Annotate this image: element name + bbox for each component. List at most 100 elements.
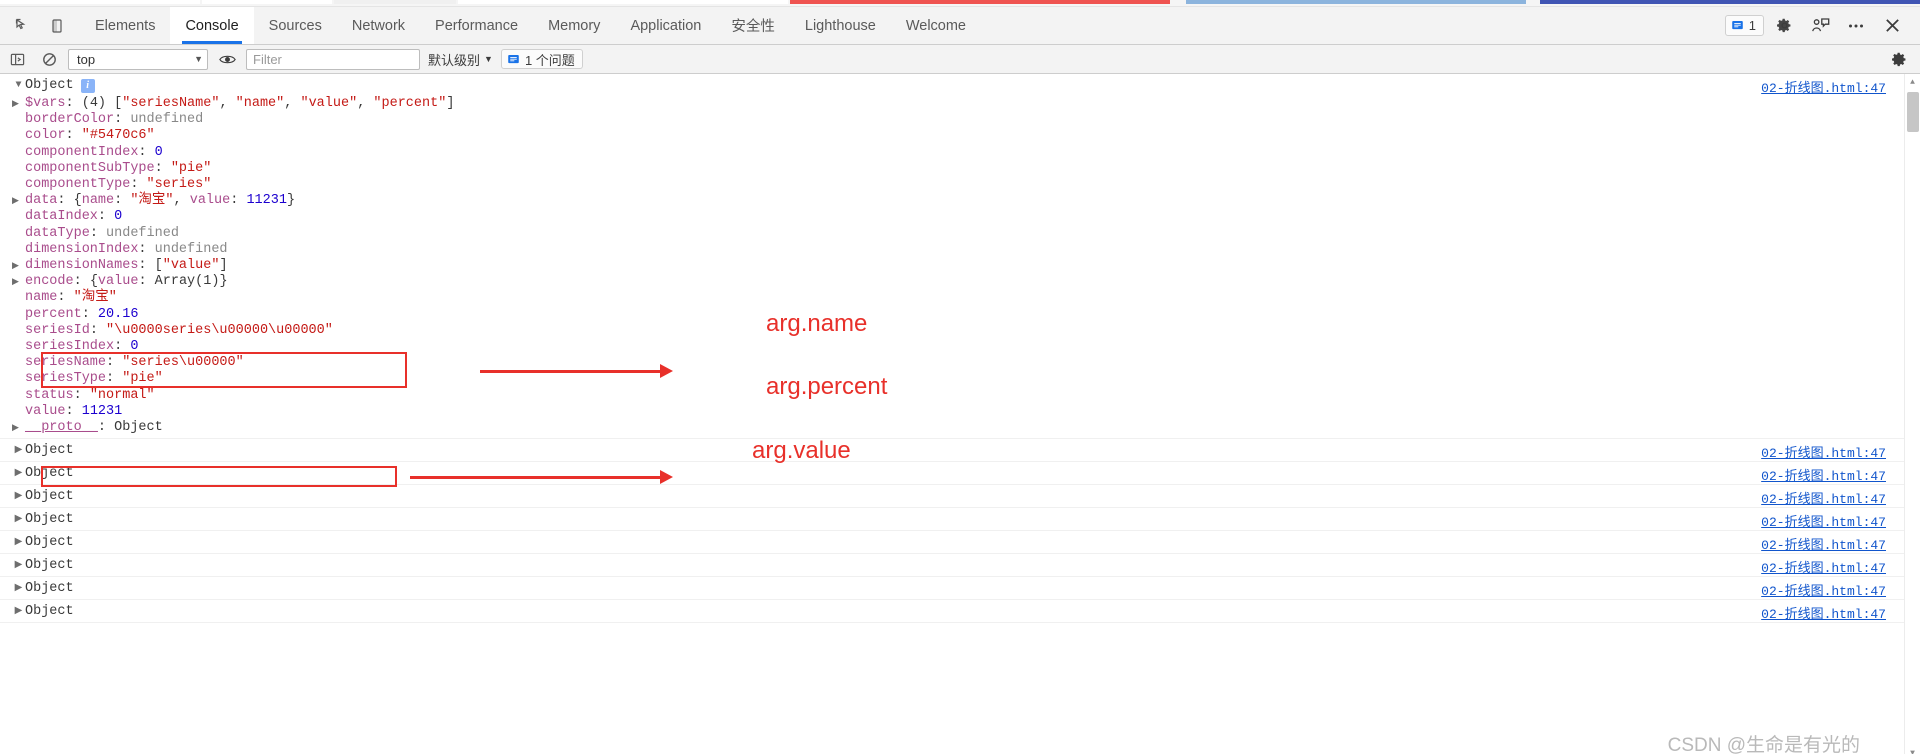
object-property: color: "#5470c6" <box>25 128 155 144</box>
expander-triangle-icon[interactable]: ▶ <box>12 96 19 112</box>
expander-triangle-down-icon[interactable]: ▼ <box>12 76 25 96</box>
source-link[interactable]: 02-折线图.html:47 <box>1761 557 1886 576</box>
object-property: status: "normal" <box>25 387 155 403</box>
log-level-select[interactable]: 默认级别 ▼ <box>426 50 495 69</box>
property-value: 0 <box>114 209 123 225</box>
object-header[interactable]: ▶ Object <box>0 533 1920 553</box>
object-property[interactable]: ▶ data: {name: "淘宝", value: 11231} <box>0 193 1920 209</box>
object-property[interactable]: ▶ encode: {value: Array(1)} <box>0 274 1920 290</box>
expander-triangle-icon[interactable]: ▶ <box>12 510 25 530</box>
devtools-tab-label: Welcome <box>905 17 966 34</box>
console-message-row[interactable]: ▶ Object 02-折线图.html:47 <box>0 462 1920 486</box>
object-property: value: 11231 <box>25 403 123 419</box>
csdn-watermark: CSDN @生命是有光的 <box>1667 735 1860 754</box>
source-link[interactable]: 02-折线图.html:47 <box>1761 77 1886 96</box>
expander-triangle-icon[interactable]: ▶ <box>12 556 25 576</box>
devtools-tab-安全性[interactable]: 安全性 <box>716 7 790 44</box>
expander-triangle-icon[interactable]: ▶ <box>12 193 19 209</box>
scroll-down-button[interactable]: ▼ <box>1905 745 1920 754</box>
object-property[interactable]: ▶ dimensionNames: ["value"] <box>0 258 1920 274</box>
object-property: percent: 20.16 <box>25 306 139 322</box>
source-link[interactable]: 02-折线图.html:47 <box>1761 488 1886 507</box>
object-property: name: "淘宝" <box>25 290 117 306</box>
object-header[interactable]: ▶ Object <box>0 556 1920 576</box>
devtools-tab-application[interactable]: Application <box>615 7 716 44</box>
console-message-row[interactable]: ▶ Object 02-折线图.html:47 <box>0 554 1920 578</box>
object-header[interactable]: ▶ Object <box>0 441 1920 461</box>
expander-triangle-icon[interactable]: ▶ <box>12 464 25 484</box>
expander-triangle-icon[interactable]: ▶ <box>12 487 25 507</box>
devtools-tab-memory[interactable]: Memory <box>533 7 615 44</box>
property-value: "pie" <box>170 160 212 176</box>
property-value: {value: Array(1)} <box>89 274 228 290</box>
close-icon[interactable] <box>1876 12 1908 40</box>
console-scrollbar[interactable]: ▲ ▼ <box>1904 74 1920 754</box>
live-expression-icon[interactable] <box>214 47 240 71</box>
gear-icon[interactable] <box>1768 12 1800 40</box>
object-header[interactable]: ▶ Object <box>0 579 1920 599</box>
console-message-row[interactable]: ▶ Object 02-折线图.html:47 <box>0 439 1920 463</box>
console-issues-badge[interactable]: 1 个问题 <box>500 49 583 69</box>
device-toolbar-icon[interactable] <box>40 7 74 44</box>
console-message-row[interactable]: ▶ Object 02-折线图.html:47 <box>0 577 1920 601</box>
scroll-up-button[interactable]: ▲ <box>1905 74 1920 90</box>
more-options-icon[interactable] <box>1840 12 1872 40</box>
expander-triangle-icon[interactable]: ▶ <box>12 420 19 436</box>
console-issues-label: 1 个问题 <box>524 52 575 68</box>
filter-input[interactable] <box>246 48 420 70</box>
object-property: seriesIndex: 0 <box>25 339 139 355</box>
browser-tab-segment <box>1528 0 1540 4</box>
object-property: componentType: "series" <box>25 177 212 193</box>
devtools-tab-sources[interactable]: Sources <box>254 7 337 44</box>
devtools-tab-lighthouse[interactable]: Lighthouse <box>790 7 891 44</box>
console-message-expanded[interactable]: ▼ Object i ▶ $vars: (4) ["seriesName", "n… <box>0 74 1920 440</box>
devtools-tab-welcome[interactable]: Welcome <box>891 7 981 44</box>
console-message-list[interactable]: ▼ Object i ▶ $vars: (4) ["seriesName", "n… <box>0 74 1920 754</box>
devtools-tab-elements[interactable]: Elements <box>80 7 170 44</box>
object-header[interactable]: ▶ Object <box>0 602 1920 622</box>
devtools-tab-console[interactable]: Console <box>170 7 254 44</box>
object-header[interactable]: ▶ Object <box>0 487 1920 507</box>
property-key: encode <box>25 274 74 290</box>
property-value: "淘宝" <box>73 290 117 306</box>
object-header[interactable]: ▼ Object i <box>0 76 1920 96</box>
source-link[interactable]: 02-折线图.html:47 <box>1761 580 1886 599</box>
execution-context-select[interactable]: top ▼ <box>68 48 208 70</box>
expander-triangle-icon[interactable]: ▶ <box>12 579 25 599</box>
devtools-tab-performance[interactable]: Performance <box>420 7 533 44</box>
devtools-tab-network[interactable]: Network <box>337 7 420 44</box>
property-value: 11231 <box>81 403 123 419</box>
expander-triangle-icon[interactable]: ▶ <box>12 602 25 622</box>
console-message-row[interactable]: ▶ Object 02-折线图.html:47 <box>0 508 1920 532</box>
object-property[interactable]: ▶ __proto__: Object <box>0 420 1920 436</box>
object-property[interactable]: ▶ $vars: (4) ["seriesName", "name", "valu… <box>0 96 1920 112</box>
console-message-row[interactable]: ▶ Object 02-折线图.html:47 <box>0 531 1920 555</box>
issues-badge[interactable]: 1 <box>1724 15 1764 36</box>
clear-console-icon[interactable] <box>36 47 62 71</box>
console-settings-icon[interactable] <box>1886 47 1912 71</box>
source-link[interactable]: 02-折线图.html:47 <box>1761 465 1886 484</box>
source-link[interactable]: 02-折线图.html:47 <box>1761 442 1886 461</box>
console-filter-toolbar: top ▼ 默认级别 ▼ 1 个问题 <box>0 45 1920 74</box>
info-icon[interactable]: i <box>80 79 95 93</box>
object-header[interactable]: ▶ Object <box>0 464 1920 484</box>
issues-count: 1 <box>1748 18 1756 33</box>
expander-triangle-icon[interactable]: ▶ <box>12 533 25 553</box>
property-key: componentType <box>25 177 131 193</box>
console-message-row[interactable]: ▶ Object 02-折线图.html:47 <box>0 600 1920 624</box>
source-link[interactable]: 02-折线图.html:47 <box>1761 603 1886 622</box>
property-key: componentSubType <box>25 160 155 176</box>
source-link[interactable]: 02-折线图.html:47 <box>1761 534 1886 553</box>
console-sidebar-icon[interactable] <box>4 47 30 71</box>
console-message-row[interactable]: ▶ Object 02-折线图.html:47 <box>0 485 1920 509</box>
property-key: name <box>25 290 58 306</box>
source-link[interactable]: 02-折线图.html:47 <box>1761 511 1886 530</box>
expander-triangle-icon[interactable]: ▶ <box>12 441 25 461</box>
inspect-element-icon[interactable] <box>6 7 40 44</box>
expander-triangle-icon[interactable]: ▶ <box>12 274 19 290</box>
scrollbar-thumb[interactable] <box>1907 92 1919 132</box>
object-header[interactable]: ▶ Object <box>0 510 1920 530</box>
expander-triangle-icon[interactable]: ▶ <box>12 258 19 274</box>
feedback-icon[interactable] <box>1804 12 1836 40</box>
property-value: undefined <box>130 112 204 128</box>
